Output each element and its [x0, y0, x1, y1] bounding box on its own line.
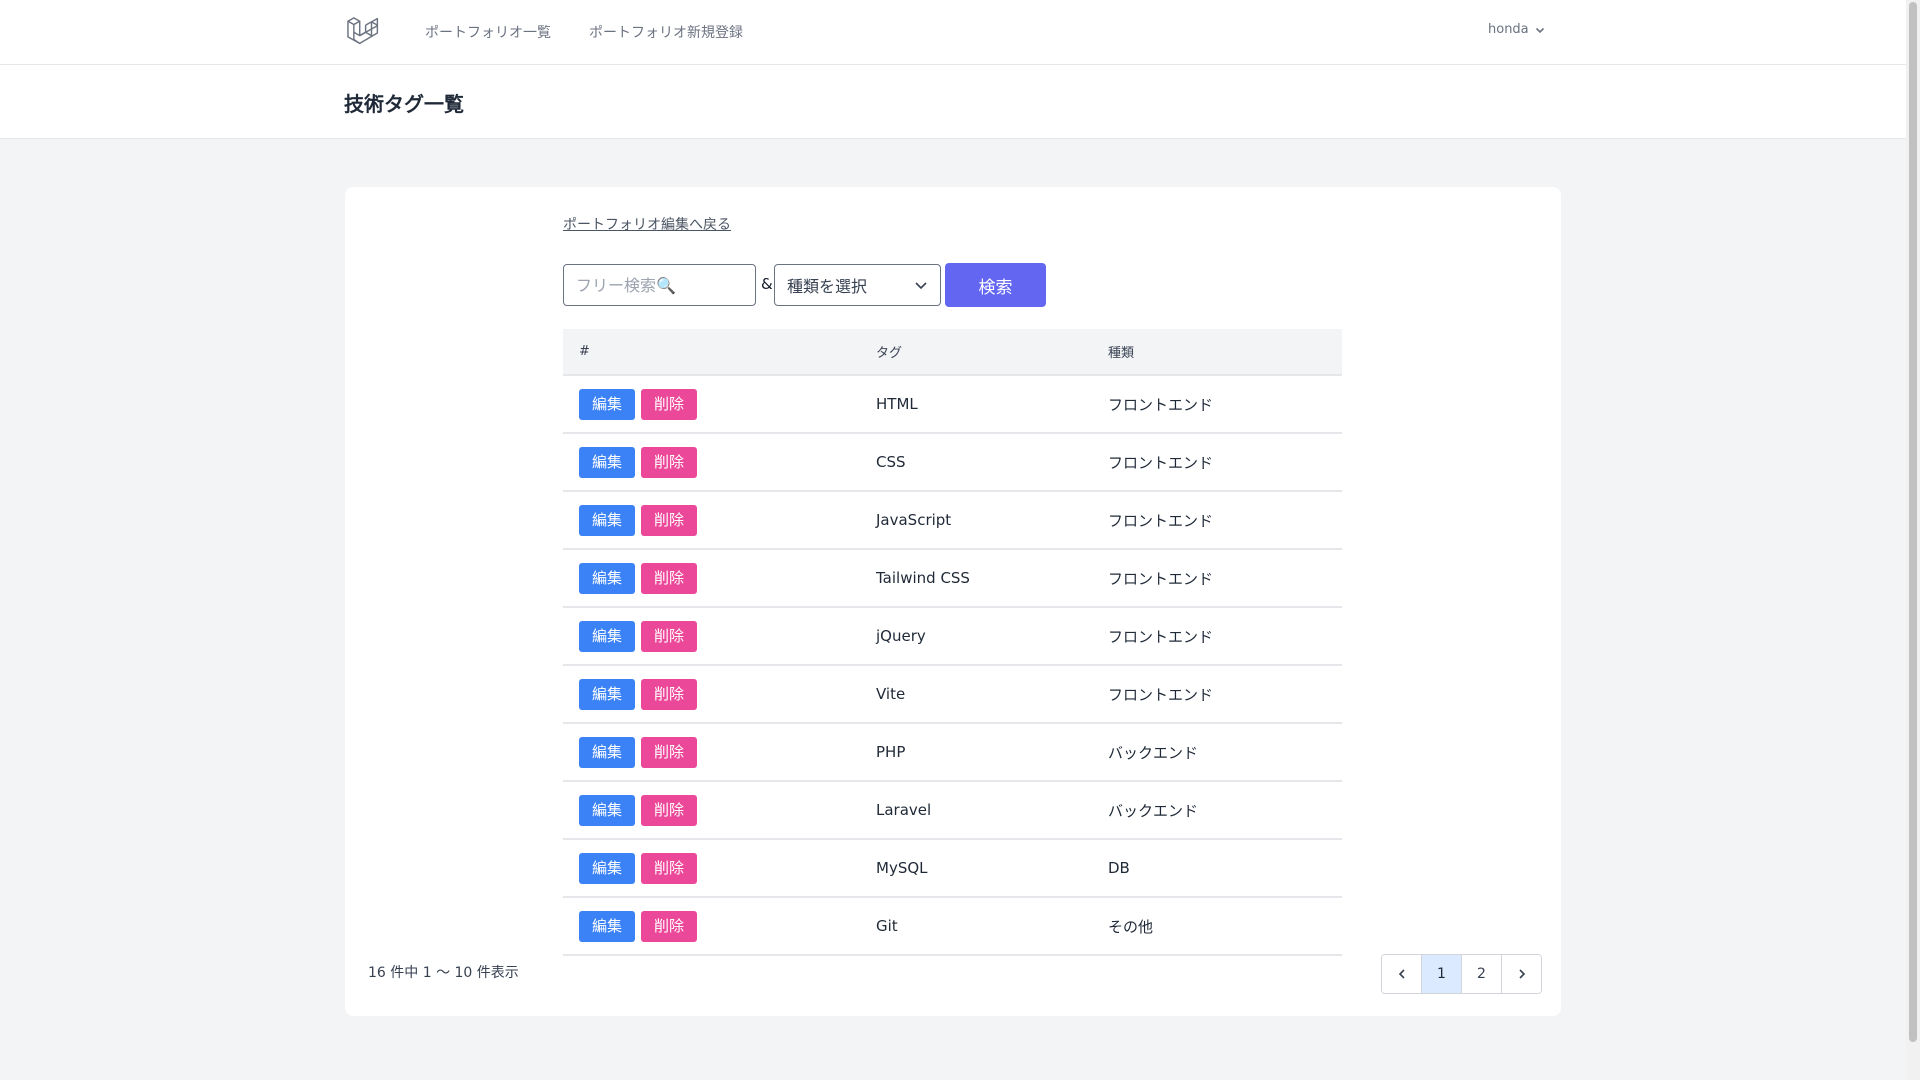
chevron-left-icon	[1398, 969, 1405, 979]
edit-button[interactable]: 編集	[579, 794, 636, 826]
free-search-input[interactable]	[563, 264, 756, 306]
delete-button[interactable]: 削除	[641, 620, 698, 652]
row-kind: フロントエンド	[1108, 607, 1342, 666]
scrollbar-thumb[interactable]	[1909, 2, 1917, 1042]
pagination-prev[interactable]	[1382, 955, 1422, 993]
row-kind: フロントエンド	[1108, 665, 1342, 724]
row-kind: フロントエンド	[1108, 549, 1342, 608]
chevron-down-icon	[1535, 27, 1544, 33]
back-to-portfolio-edit-link[interactable]: ポートフォリオ編集へ戻る	[563, 214, 731, 234]
edit-button[interactable]: 編集	[579, 620, 636, 652]
row-actions: 編集 削除	[563, 491, 876, 550]
row-tag: Tailwind CSS	[876, 549, 1108, 608]
delete-button[interactable]: 削除	[641, 910, 698, 942]
row-kind: バックエンド	[1108, 723, 1342, 782]
row-tag: MySQL	[876, 839, 1108, 898]
delete-button[interactable]: 削除	[641, 446, 698, 478]
pagination-next[interactable]	[1502, 955, 1541, 993]
table-row: 編集 削除 JavaScript フロントエンド	[563, 491, 1342, 550]
row-actions: 編集 削除	[563, 375, 876, 434]
edit-button[interactable]: 編集	[579, 446, 636, 478]
row-tag: jQuery	[876, 607, 1108, 666]
table-row: 編集 削除 Git その他	[563, 897, 1342, 956]
col-header-kind: 種類	[1108, 329, 1342, 376]
edit-button[interactable]: 編集	[579, 910, 636, 942]
row-kind: フロントエンド	[1108, 375, 1342, 434]
kind-select-value: 種類を選択	[787, 277, 868, 296]
row-actions: 編集 削除	[563, 607, 876, 666]
pagination-page-2[interactable]: 2	[1462, 955, 1502, 993]
main-card: ポートフォリオ編集へ戻る & 種類を選択 検索 # タグ 種類 編集削除HTML…	[345, 187, 1561, 1016]
delete-button[interactable]: 削除	[641, 388, 698, 420]
row-tag: Laravel	[876, 781, 1108, 840]
page-scrollbar[interactable]	[1906, 0, 1920, 1080]
edit-button[interactable]: 編集	[579, 562, 636, 594]
table-header-row: # タグ 種類	[563, 329, 1342, 376]
delete-button[interactable]: 削除	[641, 794, 698, 826]
row-actions: 編集 削除	[563, 781, 876, 840]
row-actions: 編集 削除	[563, 433, 876, 492]
row-tag: CSS	[876, 433, 1108, 492]
col-header-tag: タグ	[876, 329, 1108, 376]
page-title: 技術タグ一覧	[344, 92, 464, 116]
delete-button[interactable]: 削除	[641, 504, 698, 536]
table-row: 編集 削除 PHP バックエンド	[563, 723, 1342, 782]
row-actions: 編集 削除	[563, 839, 876, 898]
edit-button[interactable]: 編集	[579, 736, 636, 768]
user-name: honda	[1488, 22, 1529, 37]
tag-table: # タグ 種類 編集 削除 HTML フロントエンド 編集 削除 CSS フロントエンド 編集削…	[563, 329, 1342, 956]
row-kind: バックエンド	[1108, 781, 1342, 840]
table-row: 編集 削除 Tailwind CSS フロントエンド	[563, 549, 1342, 608]
row-tag: PHP	[876, 723, 1108, 782]
laravel-logo-icon[interactable]	[346, 14, 380, 48]
row-tag: JavaScript	[876, 491, 1108, 550]
table-row: 編集 削除 jQuery フロントエンド	[563, 607, 1342, 666]
row-kind: DB	[1108, 839, 1342, 898]
table-row: 編集 削除 Laravel バックエンド	[563, 781, 1342, 840]
search-button[interactable]: 検索	[945, 263, 1046, 307]
row-actions: 編集 削除	[563, 549, 876, 608]
delete-button[interactable]: 削除	[641, 852, 698, 884]
row-kind: フロントエンド	[1108, 433, 1342, 492]
kind-select[interactable]: 種類を選択	[774, 264, 941, 306]
delete-button[interactable]: 削除	[641, 562, 698, 594]
row-kind: その他	[1108, 897, 1342, 956]
edit-button[interactable]: 編集	[579, 852, 636, 884]
table-row: 編集 削除 HTML フロントエンド	[563, 375, 1342, 434]
edit-button[interactable]: 編集	[579, 504, 636, 536]
chevron-right-icon	[1518, 969, 1525, 979]
row-actions: 編集 削除	[563, 665, 876, 724]
top-nav: ポートフォリオ一覧 ポートフォリオ新規登録 honda	[0, 0, 1906, 65]
row-actions: 編集 削除	[563, 897, 876, 956]
nav-link-portfolio-new[interactable]: ポートフォリオ新規登録	[589, 22, 743, 42]
user-menu[interactable]: honda	[1488, 22, 1545, 37]
col-header-index: #	[563, 329, 876, 376]
result-count: 16 件中 1 〜 10 件表示	[368, 965, 519, 981]
chevron-down-icon	[915, 282, 927, 290]
edit-button[interactable]: 編集	[579, 388, 636, 420]
delete-button[interactable]: 削除	[641, 736, 698, 768]
page-header: 技術タグ一覧	[0, 65, 1906, 139]
nav-link-portfolio-list[interactable]: ポートフォリオ一覧	[425, 22, 551, 42]
row-tag: HTML	[876, 375, 1108, 434]
row-tag: Vite	[876, 665, 1108, 724]
row-tag: Git	[876, 897, 1108, 956]
delete-button[interactable]: 削除	[641, 678, 698, 710]
table-row: 編集 削除 Vite フロントエンド	[563, 665, 1342, 724]
table-row: 編集 削除 CSS フロントエンド	[563, 433, 1342, 492]
table-row: 編集 削除 MySQL DB	[563, 839, 1342, 898]
pagination-page-1[interactable]: 1	[1422, 955, 1462, 993]
amp-separator: &	[761, 275, 773, 293]
edit-button[interactable]: 編集	[579, 678, 636, 710]
row-kind: フロントエンド	[1108, 491, 1342, 550]
row-actions: 編集 削除	[563, 723, 876, 782]
pagination: 1 2	[1381, 954, 1542, 994]
